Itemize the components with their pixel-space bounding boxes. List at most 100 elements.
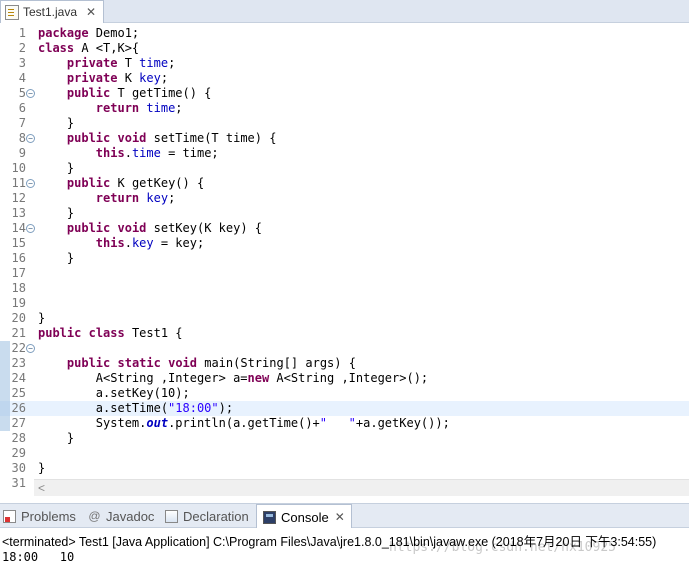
code-line[interactable]: 18 xyxy=(0,281,689,296)
console-view[interactable]: https://blog.csdn.net/hx10925 <terminate… xyxy=(0,528,689,569)
code-line[interactable]: 1 package Demo1; xyxy=(0,26,689,41)
line-number: 2 xyxy=(18,41,26,55)
fold-collapse-icon[interactable]: − xyxy=(26,224,35,233)
line-number: 16 xyxy=(11,251,26,265)
code-line[interactable]: 11− public K getKey() { xyxy=(0,176,689,191)
line-number: 31 xyxy=(11,476,26,490)
line-number: 24 xyxy=(11,371,26,385)
code-line[interactable]: 24 A<String ,Integer> a=new A<String ,In… xyxy=(0,371,689,386)
close-icon[interactable]: ✕ xyxy=(335,510,345,524)
code-line[interactable]: 29 xyxy=(0,446,689,461)
line-number: 1 xyxy=(18,26,26,40)
line-number: 22 xyxy=(11,341,26,355)
javadoc-icon: @ xyxy=(88,508,101,523)
tab-javadoc-label: Javadoc xyxy=(106,508,155,524)
code-line[interactable]: 5− public T getTime() { xyxy=(0,86,689,101)
code-line[interactable]: 19 xyxy=(0,296,689,311)
code-line[interactable]: 21 public class Test1 { xyxy=(0,326,689,341)
fold-collapse-icon[interactable]: − xyxy=(26,89,35,98)
line-number: 6 xyxy=(18,101,26,115)
close-icon[interactable]: ✕ xyxy=(86,5,96,19)
code-line[interactable]: 7 } xyxy=(0,116,689,131)
code-text: return time; xyxy=(95,101,183,115)
code-line[interactable]: 15 this.key = key; xyxy=(0,236,689,251)
editor-tab-bar: Test1.java ✕ xyxy=(0,0,689,23)
code-line[interactable]: 14− public void setKey(K key) { xyxy=(0,221,689,236)
line-number: 5 xyxy=(18,86,26,100)
java-file-icon xyxy=(5,4,19,20)
code-line[interactable]: 30} xyxy=(0,461,689,476)
code-text: public K getKey() { xyxy=(66,176,205,190)
line-number: 9 xyxy=(18,146,26,160)
code-line[interactable]: 13 } xyxy=(0,206,689,221)
line-number: 26 xyxy=(11,401,26,415)
code-line[interactable]: 3 private T time; xyxy=(0,56,689,71)
code-text: private T time; xyxy=(66,56,176,70)
editor-tab-label: Test1.java xyxy=(23,5,78,19)
code-line[interactable]: 28 } xyxy=(0,431,689,446)
code-line[interactable]: 12 return key; xyxy=(0,191,689,206)
code-text: } xyxy=(38,116,75,130)
line-number: 19 xyxy=(11,296,26,310)
line-number: 12 xyxy=(11,191,26,205)
tab-javadoc[interactable]: @ Javadoc xyxy=(88,504,154,528)
code-text: System.out.println(a.getTime()+" "+a.get… xyxy=(38,416,450,430)
line-number: 14 xyxy=(11,221,26,235)
code-line[interactable]: 17 xyxy=(0,266,689,281)
tab-console[interactable]: Console ✕ xyxy=(256,504,352,529)
tab-declaration[interactable]: Declaration xyxy=(165,504,249,528)
line-number: 10 xyxy=(11,161,26,175)
tab-console-label: Console xyxy=(281,509,329,525)
code-line[interactable]: 9 this.time = time; xyxy=(0,146,689,161)
declaration-icon xyxy=(165,509,178,523)
fold-collapse-icon[interactable]: − xyxy=(26,344,35,353)
bottom-panel-tabs: Problems @ Javadoc Declaration Console ✕ xyxy=(0,503,689,529)
console-icon xyxy=(263,510,276,524)
line-number: 13 xyxy=(11,206,26,220)
code-text: public static void main(String[] args) { xyxy=(66,356,356,370)
code-text: this.time = time; xyxy=(95,146,219,160)
tab-problems[interactable]: Problems xyxy=(3,504,76,528)
code-line[interactable]: 22− xyxy=(0,341,689,356)
console-terminated-header: <terminated> Test1 [Java Application] C:… xyxy=(2,535,657,549)
code-text: public void setTime(T time) { xyxy=(66,131,277,145)
code-editor[interactable]: 1 package Demo1; 2 class A <T,K>{3 private … xyxy=(0,23,689,490)
code-text: public void setKey(K key) { xyxy=(66,221,262,235)
code-text: package Demo1; xyxy=(38,26,140,40)
line-number: 15 xyxy=(11,236,26,250)
code-line[interactable]: 6 return time; xyxy=(0,101,689,116)
code-text: public T getTime() { xyxy=(66,86,212,100)
code-line[interactable]: 10 } xyxy=(0,161,689,176)
code-line[interactable]: 16 } xyxy=(0,251,689,266)
scroll-left-arrow-icon[interactable]: < xyxy=(38,480,45,496)
code-line[interactable]: 8− public void setTime(T time) { xyxy=(0,131,689,146)
code-line[interactable]: 27 System.out.println(a.getTime()+" "+a.… xyxy=(0,416,689,431)
line-number: 20 xyxy=(11,311,26,325)
line-number: 7 xyxy=(18,116,26,130)
line-number: 4 xyxy=(18,71,26,85)
code-text: a.setTime("18:00"); xyxy=(38,401,234,415)
code-line[interactable]: 23 public static void main(String[] args… xyxy=(0,356,689,371)
code-line[interactable]: 25 a.setKey(10); xyxy=(0,386,689,401)
code-text: } xyxy=(38,311,46,325)
fold-collapse-icon[interactable]: − xyxy=(26,179,35,188)
horizontal-scrollbar[interactable]: < xyxy=(34,479,689,496)
code-text: } xyxy=(38,206,75,220)
code-text: return key; xyxy=(95,191,176,205)
code-line[interactable]: 2 class A <T,K>{ xyxy=(0,41,689,56)
problems-icon xyxy=(3,509,16,523)
line-number: 3 xyxy=(18,56,26,70)
line-number: 29 xyxy=(11,446,26,460)
code-text: } xyxy=(38,251,75,265)
fold-collapse-icon[interactable]: − xyxy=(26,134,35,143)
tab-declaration-label: Declaration xyxy=(183,508,249,524)
code-line[interactable]: 26 a.setTime("18:00"); xyxy=(0,401,689,416)
code-line[interactable]: 20} xyxy=(0,311,689,326)
code-text: this.key = key; xyxy=(95,236,205,250)
editor-tab-test1-java[interactable]: Test1.java ✕ xyxy=(0,0,104,23)
code-text: } xyxy=(38,461,46,475)
line-number: 8 xyxy=(18,131,26,145)
line-number: 11 xyxy=(11,176,26,190)
line-number: 21 xyxy=(11,326,26,340)
code-line[interactable]: 4 private K key; xyxy=(0,71,689,86)
